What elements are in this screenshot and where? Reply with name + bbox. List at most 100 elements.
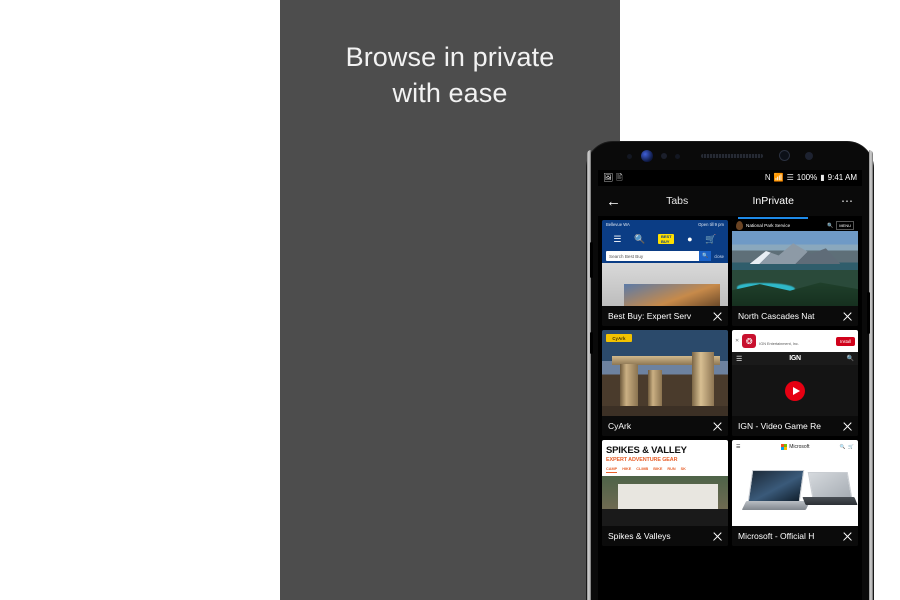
tab-tabs[interactable]: Tabs: [662, 189, 692, 213]
play-icon[interactable]: [785, 380, 805, 401]
promo-headline: Browse in private with ease: [280, 40, 620, 111]
bestbuy-store-hours: Open till 9 pm: [698, 222, 724, 227]
clock: 9:41 AM: [827, 173, 857, 182]
volume-up-button[interactable]: [590, 242, 593, 278]
close-tab-icon[interactable]: [711, 530, 724, 543]
search-icon[interactable]: 🔍: [634, 234, 645, 244]
proximity-sensor-icon: [627, 154, 632, 159]
ign-app-install-banner: ✕ ❂ IGN for Android IGN Entertainment, I…: [732, 330, 858, 364]
surface-keyboard-shape: [741, 501, 811, 510]
tab-card[interactable]: National Park Service 🔍 MENU North Casca…: [732, 220, 858, 326]
wifi-icon: 📶: [773, 173, 784, 182]
tab-card-grid: Bellevue WA Open till 9 pm ☰ 🔍 BEST BUY ●…: [598, 216, 862, 546]
spikes-content-card: [618, 484, 718, 509]
nps-header: National Park Service 🔍 MENU: [732, 220, 858, 231]
phone-screen: 🖼 🖹 N 📶 ☰ 100% ▮ 9:41 AM ← Tabs InPrivat…: [598, 170, 862, 600]
tab-card[interactable]: Bellevue WA Open till 9 pm ☰ 🔍 BEST BUY ●…: [602, 220, 728, 326]
more-options-icon[interactable]: ⋯: [832, 194, 854, 208]
close-tab-icon[interactable]: [841, 310, 854, 323]
surface-device-shape: [807, 472, 853, 498]
front-camera-icon: [641, 150, 653, 162]
screenshot-root: Browse in private with ease 🖼 🖹 N 📶 ☰ 10…: [0, 0, 900, 600]
photo-icon: 🖼: [603, 173, 614, 182]
bestbuy-hero-image: [624, 284, 720, 306]
bestbuy-nav: ☰ 🔍 BEST BUY ● 🛒: [602, 229, 728, 249]
search-input[interactable]: Search Best Buy 🔍: [606, 251, 712, 261]
spikes-nav-climb[interactable]: CLIMB: [636, 467, 648, 473]
tab-title: Microsoft - Official H: [738, 531, 815, 541]
tab-switcher: Tabs InPrivate: [628, 189, 832, 219]
search-icon[interactable]: 🔍: [827, 223, 833, 229]
spikes-nav-hike[interactable]: HIKE: [622, 467, 631, 473]
cyark-logo-icon: CyArk: [606, 334, 632, 342]
ign-nav-bar: ☰ IGN 🔍: [732, 352, 858, 365]
search-submit-icon[interactable]: 🔍: [699, 251, 712, 261]
status-bar-right: N 📶 ☰ 100% ▮ 9:41 AM: [765, 174, 857, 182]
earpiece-speaker-icon: [701, 154, 763, 158]
phone-device: 🖼 🖹 N 📶 ☰ 100% ▮ 9:41 AM ← Tabs InPrivat…: [587, 142, 873, 600]
bestbuy-search-row: Search Best Buy 🔍 close: [602, 249, 728, 263]
nps-arrowhead-logo-icon: [736, 221, 743, 230]
tab-card[interactable]: SPIKES & VALLEY EXPERT ADVENTURE GEAR CA…: [602, 440, 728, 546]
tab-card[interactable]: ☰ Microsoft 🔍 🛒 Microsoft - Official H: [732, 440, 858, 546]
microsoft-brand: Microsoft: [732, 443, 858, 451]
light-sensor-icon: [675, 154, 680, 159]
microsoft-header: ☰ Microsoft 🔍 🛒: [732, 440, 858, 454]
mountain-shape: [749, 243, 841, 264]
tab-navigation-bar: ← Tabs InPrivate ⋯: [598, 186, 862, 219]
tab-card[interactable]: ✕ ❂ IGN for Android IGN Entertainment, I…: [732, 330, 858, 436]
volume-down-button[interactable]: [590, 332, 593, 354]
cart-icon[interactable]: 🛒: [705, 234, 716, 244]
tab-card[interactable]: CyArk CyArk: [602, 330, 728, 436]
phone-top-bezel: [593, 146, 867, 168]
microsoft-logo-icon: [780, 443, 788, 451]
tab-thumbnail-ign[interactable]: ✕ ❂ IGN for Android IGN Entertainment, I…: [732, 330, 858, 416]
spikes-nav-run[interactable]: RUN: [667, 467, 675, 473]
surface-keyboard-shape: [802, 497, 858, 505]
spikes-nav-ski[interactable]: SK: [681, 467, 686, 473]
led-indicator-icon: [805, 152, 813, 160]
nps-menu-button[interactable]: MENU: [836, 221, 854, 230]
close-icon[interactable]: ✕: [735, 338, 739, 344]
tab-card-bar: North Cascades Nat: [732, 306, 858, 326]
spikes-nav: CAMP HIKE CLIMB BIKE RUN SK: [606, 467, 724, 473]
microsoft-hero-image: [732, 454, 858, 526]
install-button[interactable]: Install: [836, 336, 855, 346]
tab-thumbnail-spikes[interactable]: SPIKES & VALLEY EXPERT ADVENTURE GEAR CA…: [602, 440, 728, 526]
ign-video-area[interactable]: [732, 365, 858, 416]
spikes-nav-camp[interactable]: CAMP: [606, 467, 618, 473]
screenshot-icon: 🖹: [616, 173, 623, 182]
spikes-nav-bike[interactable]: BIKE: [653, 467, 662, 473]
power-button[interactable]: [867, 292, 870, 334]
tab-thumbnail-bestbuy[interactable]: Bellevue WA Open till 9 pm ☰ 🔍 BEST BUY ●…: [602, 220, 728, 306]
ign-logo: IGN: [789, 355, 801, 362]
nps-hero-image: [732, 231, 858, 306]
close-tab-icon[interactable]: [711, 310, 724, 323]
tab-card-bar: Best Buy: Expert Serv: [602, 306, 728, 326]
phone-right-edge: [869, 150, 873, 600]
battery-icon: ▮: [820, 173, 825, 182]
tab-thumbnail-nps[interactable]: National Park Service 🔍 MENU: [732, 220, 858, 306]
ign-app-icon: ❂: [742, 334, 757, 348]
ir-sensor-icon: [779, 150, 790, 161]
ground-shape: [602, 406, 728, 416]
close-tab-icon[interactable]: [841, 420, 854, 433]
microsoft-brand-name: Microsoft: [789, 444, 810, 450]
close-tab-icon[interactable]: [841, 530, 854, 543]
tab-inprivate[interactable]: InPrivate: [738, 189, 809, 219]
bestbuy-store-name: Bellevue WA: [606, 222, 630, 227]
spikes-hero-image: [602, 476, 728, 509]
tab-thumbnail-cyark[interactable]: CyArk: [602, 330, 728, 416]
close-tab-icon[interactable]: [711, 420, 724, 433]
battery-percent: 100%: [796, 173, 818, 182]
account-icon[interactable]: ●: [687, 234, 692, 244]
signal-icon: ☰: [786, 173, 794, 182]
tab-thumbnail-microsoft[interactable]: ☰ Microsoft 🔍 🛒: [732, 440, 858, 526]
nfc-icon: N: [764, 173, 771, 182]
menu-icon[interactable]: ☰: [613, 234, 621, 244]
back-arrow-icon[interactable]: ←: [606, 194, 628, 209]
tab-card-bar: IGN - Video Game Re: [732, 416, 858, 436]
bestbuy-close-link[interactable]: close: [714, 254, 724, 259]
tab-card-bar: CyArk: [602, 416, 728, 436]
spikes-header: SPIKES & VALLEY EXPERT ADVENTURE GEAR CA…: [602, 440, 728, 476]
